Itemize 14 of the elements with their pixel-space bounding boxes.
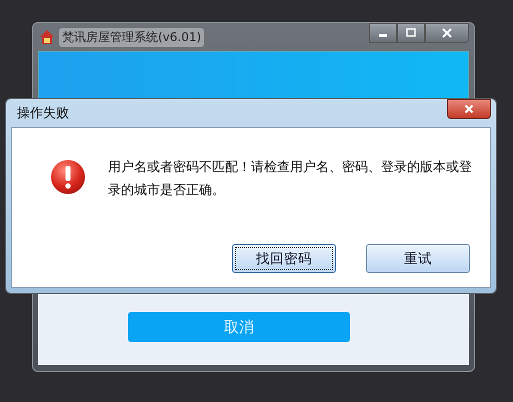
window-title: 梵讯房屋管理系统(v6.01): [59, 28, 204, 46]
close-button[interactable]: [447, 99, 491, 119]
close-icon: [464, 104, 474, 114]
minimize-button[interactable]: [369, 23, 397, 43]
close-button[interactable]: [425, 23, 469, 43]
dialog-button[interactable]: 找回密码: [232, 244, 336, 273]
dialog-title: 操作失败: [16, 105, 69, 122]
house-icon: [39, 29, 55, 45]
maximize-icon: [406, 28, 416, 38]
dialog-button[interactable]: 重试: [366, 244, 470, 273]
error-message: 用户名或者密码不匹配！请检查用户名、密码、登录的版本或登录的城市是否正确。: [108, 159, 473, 200]
close-icon: [442, 28, 452, 38]
maximize-button[interactable]: [397, 23, 425, 43]
error-icon: [50, 159, 86, 195]
